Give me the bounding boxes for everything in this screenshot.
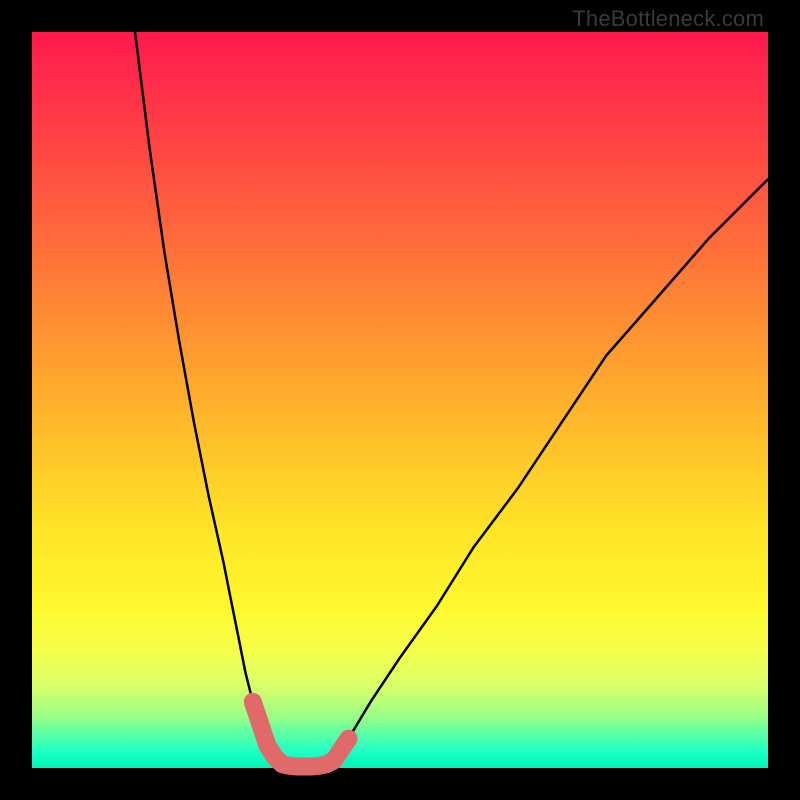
curve-layer [32,32,768,768]
highlight-segment [253,702,349,767]
plot-area [32,32,768,768]
watermark-text: TheBottleneck.com [572,6,764,32]
chart-frame: TheBottleneck.com [0,0,800,800]
bottleneck-curve [135,32,768,767]
